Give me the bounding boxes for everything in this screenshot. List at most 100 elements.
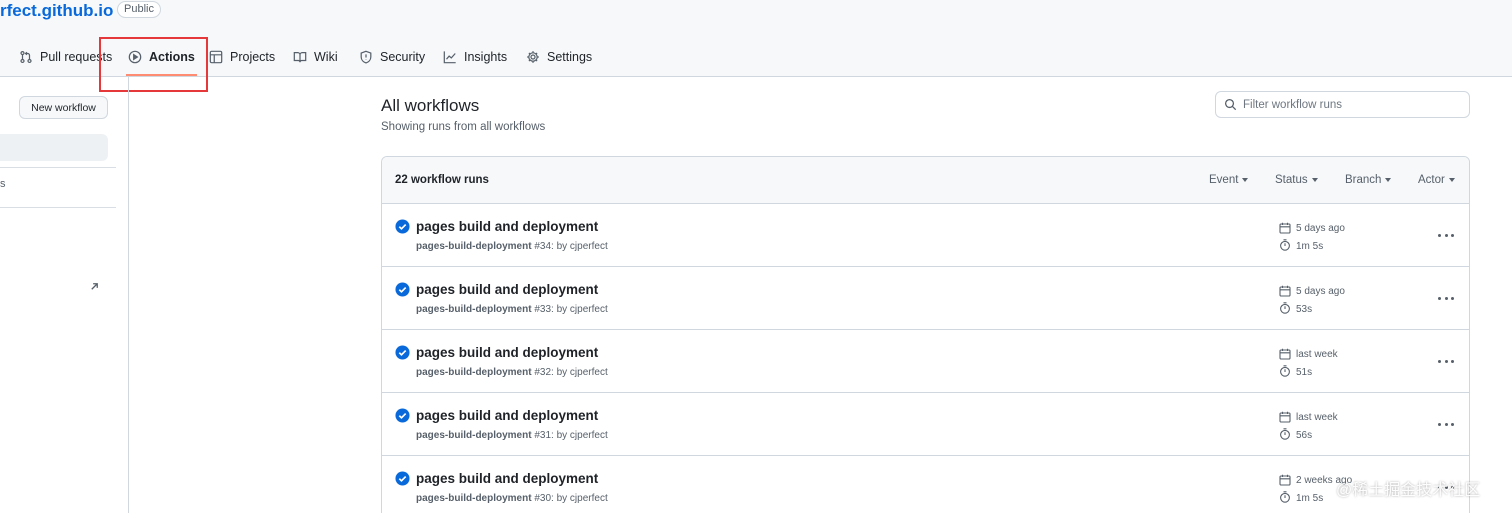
table-row[interactable]: pages build and deployment pages-build-d… — [382, 456, 1469, 513]
stopwatch-icon — [1280, 302, 1290, 314]
table-row[interactable]: pages build and deployment pages-build-d… — [382, 393, 1469, 456]
stopwatch-icon — [1280, 365, 1290, 377]
actor-filter-dropdown[interactable]: Actor — [1418, 174, 1455, 186]
run-duration: 53s — [1296, 304, 1313, 315]
search-input[interactable] — [1243, 98, 1463, 111]
tab-label: Security — [380, 50, 426, 64]
workflow-name: pages-build-deployment — [416, 304, 532, 315]
kebab-menu-icon[interactable] — [1435, 228, 1457, 242]
run-author: : by cjperfect — [551, 304, 608, 315]
run-author: : by cjperfect — [551, 493, 608, 504]
run-meta: pages-build-deployment #34: by cjperfect — [416, 241, 608, 252]
run-duration: 1m 5s — [1296, 241, 1324, 252]
workflow-name: pages-build-deployment — [416, 493, 532, 504]
dropdown-label: Actor — [1418, 174, 1445, 186]
caret-down-icon — [1242, 177, 1249, 182]
tab-label: Wiki — [314, 50, 338, 64]
calendar-icon — [1279, 411, 1291, 423]
new-workflow-button[interactable]: New workflow — [19, 96, 108, 119]
run-title-link[interactable]: pages build and deployment — [416, 282, 598, 297]
tab-security[interactable]: Security — [359, 46, 425, 68]
graph-icon — [443, 51, 456, 64]
run-number: #31 — [534, 430, 552, 441]
shield-icon — [360, 50, 372, 64]
run-number: #34 — [534, 241, 552, 252]
dropdown-label: Branch — [1345, 174, 1382, 186]
run-meta: pages-build-deployment #30: by cjperfect — [416, 493, 608, 504]
run-meta: pages-build-deployment #32: by cjperfect — [416, 367, 608, 378]
caret-down-icon — [1311, 177, 1318, 182]
workflow-name: pages-build-deployment — [416, 430, 532, 441]
run-number: #32 — [534, 367, 552, 378]
runs-count: 22 workflow runs — [395, 174, 489, 186]
kebab-menu-icon[interactable] — [1435, 417, 1457, 431]
repo-name-link[interactable]: rfect.github.io — [0, 1, 113, 21]
caret-down-icon — [1385, 177, 1392, 182]
run-number: #33 — [534, 304, 552, 315]
run-date: 5 days ago — [1296, 286, 1345, 297]
runs-header: 22 workflow runs Event Status Branch Act… — [382, 157, 1469, 204]
dropdown-label: Event — [1209, 174, 1239, 186]
tab-wiki[interactable]: Wiki — [293, 46, 338, 68]
run-date: last week — [1296, 412, 1338, 423]
workflow-runs-list: 22 workflow runs Event Status Branch Act… — [381, 156, 1470, 513]
run-author: : by cjperfect — [551, 241, 608, 252]
gear-icon — [527, 51, 539, 63]
tab-label: Projects — [230, 50, 276, 64]
workflow-name: pages-build-deployment — [416, 241, 532, 252]
tab-projects[interactable]: Projects — [209, 46, 275, 68]
check-circle-icon — [395, 471, 410, 486]
calendar-icon — [1279, 348, 1291, 360]
tab-label: Insights — [464, 50, 508, 64]
tab-label: Settings — [547, 50, 593, 64]
page-title: All workflows — [381, 96, 480, 115]
highlight-annotation-box — [99, 37, 208, 92]
run-meta: pages-build-deployment #31: by cjperfect — [416, 430, 608, 441]
table-row[interactable]: pages build and deployment pages-build-d… — [382, 330, 1469, 393]
sidebar-item-all-workflows[interactable] — [0, 134, 108, 161]
sidebar-item-label-fragment[interactable]: s — [0, 178, 6, 190]
search-icon — [1224, 98, 1237, 111]
tab-settings[interactable]: Settings — [526, 46, 592, 68]
sidebar-divider-line — [0, 207, 116, 208]
table-row[interactable]: pages build and deployment pages-build-d… — [382, 267, 1469, 330]
kebab-menu-icon[interactable] — [1435, 291, 1457, 305]
run-title-link[interactable]: pages build and deployment — [416, 408, 598, 423]
calendar-icon — [1279, 222, 1291, 234]
watermark: @稀土掘金技术社区 — [1336, 482, 1481, 499]
run-title-link[interactable]: pages build and deployment — [416, 219, 598, 234]
run-duration: 56s — [1296, 430, 1313, 441]
run-title-link[interactable]: pages build and deployment — [416, 471, 598, 486]
branch-filter-dropdown[interactable]: Branch — [1345, 174, 1392, 186]
run-author: : by cjperfect — [551, 367, 608, 378]
page-subtitle: Showing runs from all workflows — [381, 121, 546, 133]
check-circle-icon — [395, 219, 410, 234]
stopwatch-icon — [1280, 239, 1290, 251]
calendar-icon — [1279, 474, 1291, 486]
filter-workflow-runs[interactable] — [1215, 91, 1470, 118]
stopwatch-icon — [1280, 428, 1290, 440]
stopwatch-icon — [1280, 491, 1290, 503]
pull-request-icon — [20, 50, 32, 64]
dropdown-label: Status — [1275, 174, 1308, 186]
run-date: 5 days ago — [1296, 223, 1345, 234]
visibility-badge: Public — [117, 1, 161, 18]
table-icon — [209, 50, 223, 64]
check-circle-icon — [395, 345, 410, 360]
repo-header: rfect.github.io Public Pull requests Act… — [0, 0, 1512, 77]
run-meta: pages-build-deployment #33: by cjperfect — [416, 304, 608, 315]
kebab-menu-icon[interactable] — [1435, 354, 1457, 368]
table-row[interactable]: pages build and deployment pages-build-d… — [382, 204, 1469, 267]
check-circle-icon — [395, 282, 410, 297]
workflow-name: pages-build-deployment — [416, 367, 532, 378]
run-date: last week — [1296, 349, 1338, 360]
status-filter-dropdown[interactable]: Status — [1275, 174, 1318, 186]
run-author: : by cjperfect — [551, 430, 608, 441]
run-duration: 1m 5s — [1296, 493, 1324, 504]
run-number: #30 — [534, 493, 552, 504]
event-filter-dropdown[interactable]: Event — [1209, 174, 1249, 186]
sidebar-divider — [128, 77, 129, 513]
tab-insights[interactable]: Insights — [443, 46, 507, 68]
run-title-link[interactable]: pages build and deployment — [416, 345, 598, 360]
external-link-icon[interactable] — [89, 281, 100, 292]
